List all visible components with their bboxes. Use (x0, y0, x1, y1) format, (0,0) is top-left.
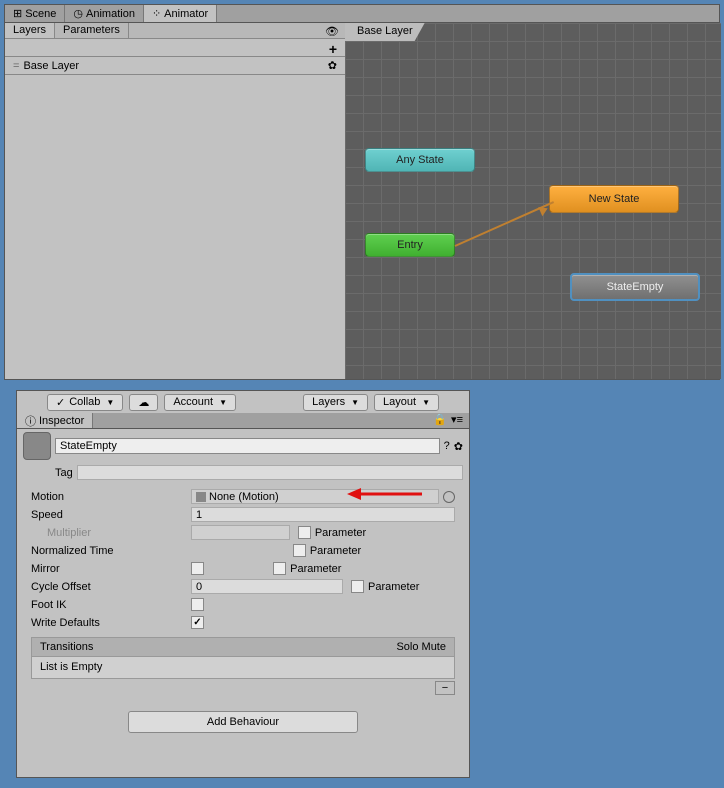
collab-button[interactable]: ✓Collab▼ (47, 394, 123, 411)
param-label: Parameter (368, 581, 419, 593)
layout-button[interactable]: Layout▼ (374, 394, 439, 411)
animator-panel: ⊞Scene ◷Animation ⁘Animator Layers Param… (4, 4, 720, 380)
layers-panel: Layers Parameters 👁 + =Base Layer ✿ (5, 23, 345, 379)
mirror-label: Mirror (31, 563, 191, 575)
chevron-down-icon: ▼ (422, 398, 430, 407)
add-behaviour-button[interactable]: Add Behaviour (128, 711, 358, 733)
node-state-empty[interactable]: StateEmpty (570, 273, 700, 301)
transitions-header: Transitions Solo Mute (31, 637, 455, 657)
normalized-time-param-checkbox[interactable] (293, 544, 306, 557)
remove-transition-button[interactable]: − (435, 681, 455, 695)
tag-label: Tag (55, 467, 73, 479)
multiplier-field (191, 525, 290, 540)
tag-field[interactable] (77, 465, 463, 480)
clock-icon: ◷ (73, 7, 83, 20)
transitions-list: List is Empty (31, 657, 455, 679)
inspector-panel: ✓Collab▼ ☁ Account▼ Layers▼ Layout▼ ⓘIns… (16, 390, 470, 778)
chevron-down-icon: ▼ (351, 398, 359, 407)
main-tabs: ⊞Scene ◷Animation ⁘Animator (5, 5, 719, 23)
breadcrumb[interactable]: Base Layer (345, 23, 425, 41)
param-label: Parameter (315, 527, 366, 539)
motion-label: Motion (31, 491, 191, 503)
normalized-time-label: Normalized Time (31, 545, 191, 557)
tab-inspector[interactable]: ⓘInspector (17, 413, 93, 428)
animator-icon: ⁘ (152, 7, 161, 20)
mirror-checkbox[interactable] (191, 562, 204, 575)
help-icon[interactable]: ? (444, 440, 450, 452)
layers-subtabs: Layers Parameters 👁 (5, 23, 345, 39)
cycle-offset-label: Cycle Offset (31, 581, 191, 593)
transitions-empty-text: List is Empty (40, 661, 102, 673)
speed-field[interactable] (191, 507, 455, 522)
multiplier-label: Multiplier (31, 527, 191, 539)
multiplier-param-checkbox[interactable] (298, 526, 311, 539)
menu-icon[interactable]: ▾≡ (451, 413, 463, 426)
chevron-down-icon: ▼ (106, 398, 114, 407)
account-button[interactable]: Account▼ (164, 394, 236, 411)
state-name-field[interactable] (55, 438, 440, 454)
check-icon: ✓ (56, 396, 65, 409)
properties: Motion None (Motion) Speed Multiplier Pa… (17, 482, 469, 755)
add-layer-row: + (5, 39, 345, 57)
tab-animation[interactable]: ◷Animation (65, 5, 144, 22)
cloud-button[interactable]: ☁ (129, 394, 158, 411)
toolbar: ✓Collab▼ ☁ Account▼ Layers▼ Layout▼ (17, 391, 469, 413)
info-icon: ⓘ (25, 413, 36, 429)
node-any-state[interactable]: Any State (365, 148, 475, 172)
mirror-param-checkbox[interactable] (273, 562, 286, 575)
speed-label: Speed (31, 509, 191, 521)
write-defaults-label: Write Defaults (31, 617, 191, 629)
tag-row: Tag (17, 463, 469, 482)
layers-button[interactable]: Layers▼ (303, 394, 368, 411)
node-new-state[interactable]: New State (549, 185, 679, 213)
animator-graph[interactable]: Base Layer Any State New State Entry Sta… (345, 23, 721, 379)
write-defaults-checkbox[interactable] (191, 616, 204, 629)
add-layer-button[interactable]: + (329, 41, 337, 57)
grid-icon: ⊞ (13, 7, 22, 20)
cloud-icon: ☁ (138, 396, 149, 409)
foot-ik-label: Foot IK (31, 599, 191, 611)
object-picker-button[interactable] (443, 491, 455, 503)
subtab-parameters[interactable]: Parameters (55, 23, 129, 38)
cycle-offset-param-checkbox[interactable] (351, 580, 364, 593)
node-entry[interactable]: Entry (365, 233, 455, 257)
gear-icon[interactable]: ✿ (454, 440, 463, 453)
motion-field[interactable]: None (Motion) (191, 489, 439, 504)
layer-item-base[interactable]: =Base Layer ✿ (5, 57, 345, 75)
inspector-header: ? ✿ (17, 429, 469, 463)
object-icon (196, 492, 206, 502)
chevron-down-icon: ▼ (219, 398, 227, 407)
param-label: Parameter (290, 563, 341, 575)
foot-ik-checkbox[interactable] (191, 598, 204, 611)
drag-handle-icon[interactable]: = (13, 60, 19, 72)
eye-icon[interactable]: 👁 (325, 25, 339, 38)
inspector-tabs: ⓘInspector 🔒 ▾≡ (17, 413, 469, 429)
param-label: Parameter (310, 545, 361, 557)
state-icon (23, 432, 51, 460)
lock-icon[interactable]: 🔒 (433, 413, 447, 426)
subtab-layers[interactable]: Layers (5, 23, 55, 38)
gear-icon[interactable]: ✿ (328, 59, 337, 72)
tab-scene[interactable]: ⊞Scene (5, 5, 65, 22)
cycle-offset-field[interactable] (191, 579, 343, 594)
tab-animator[interactable]: ⁘Animator (144, 5, 217, 22)
